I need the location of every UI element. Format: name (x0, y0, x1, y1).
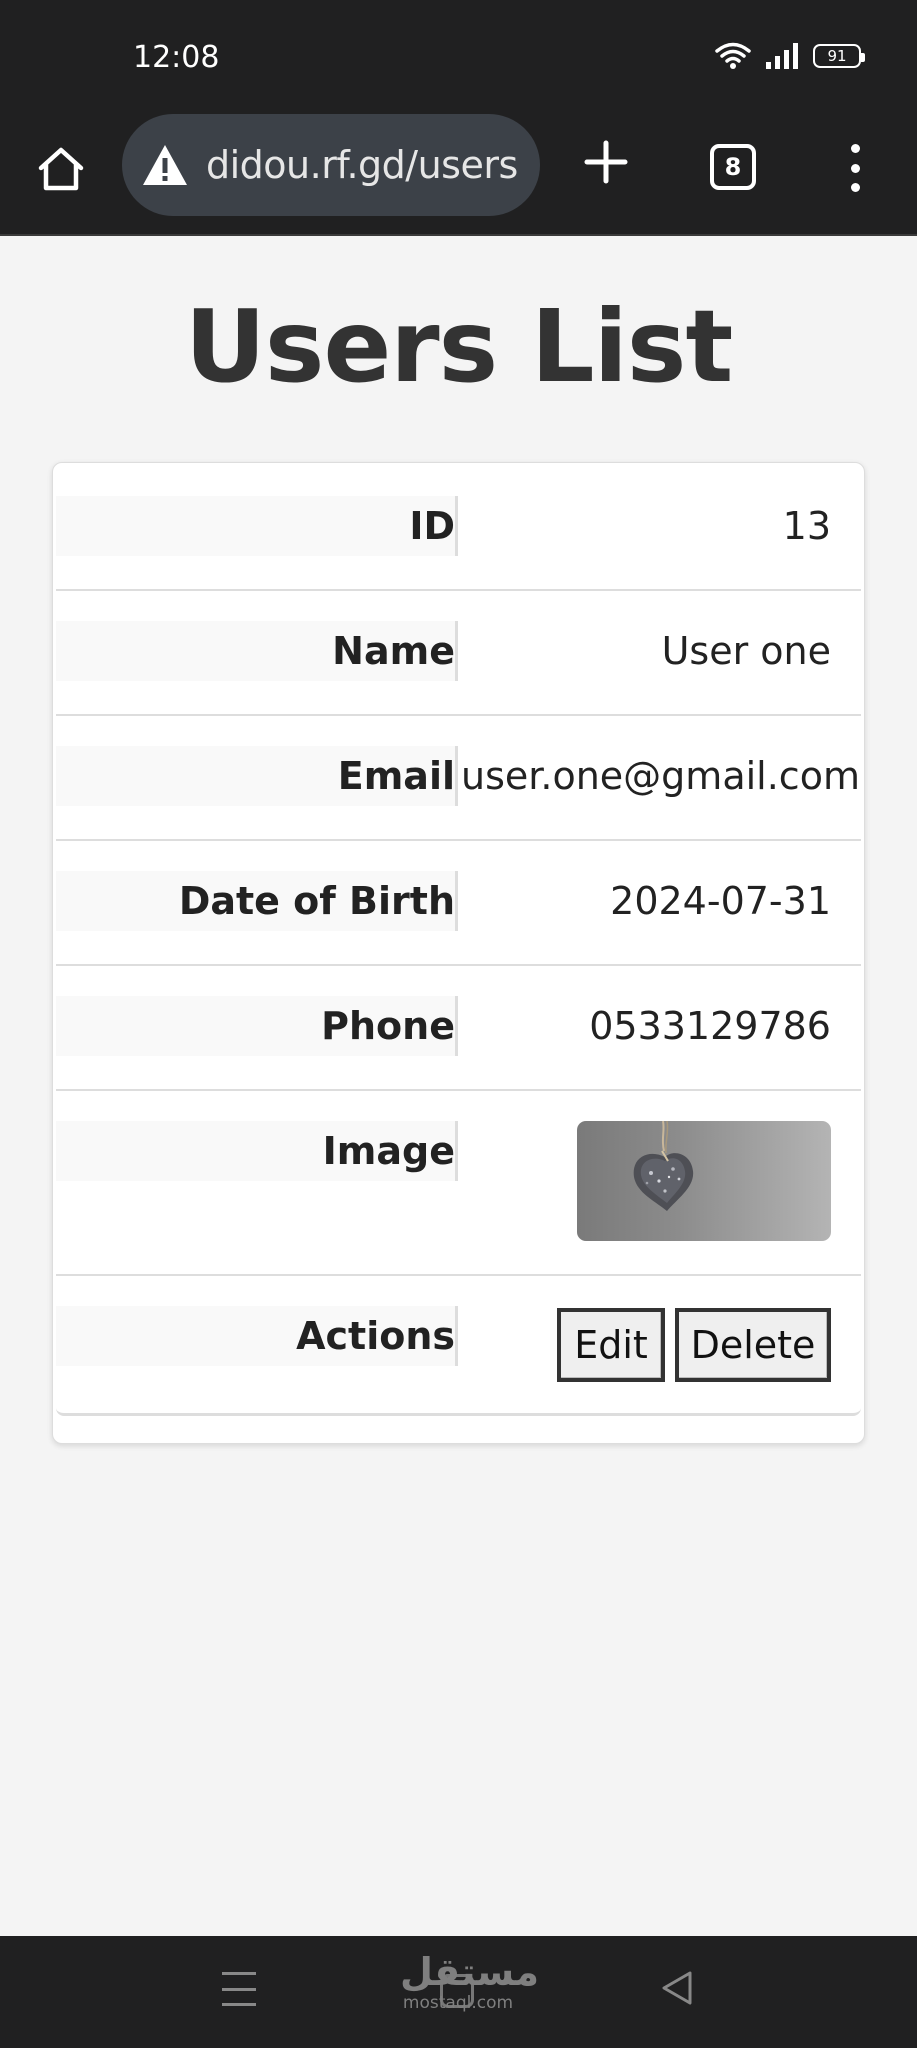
user-card: ID 13 Name User one Email user.one@gmail… (52, 462, 865, 1444)
row-value: User one (661, 629, 831, 673)
heart-stone-image (633, 1121, 694, 1211)
actions-group: Edit Delete (557, 1308, 831, 1382)
menu-line-icon (222, 1972, 256, 1975)
watermark-logo: مستقل mostaql.com (400, 1950, 539, 2013)
table-row: Email user.one@gmail.com (56, 716, 861, 841)
browser-toolbar: didou.rf.gd/users 8 (0, 108, 917, 236)
delete-button[interactable]: Delete (675, 1308, 831, 1382)
watermark-latin: mostaql.com (402, 1993, 514, 2013)
row-value: 13 (782, 504, 831, 548)
status-icons: 91 (715, 42, 865, 70)
home-button[interactable] (30, 138, 92, 200)
back-triangle-icon (662, 1971, 692, 2005)
recent-apps-button[interactable] (222, 1972, 256, 2006)
table-row: Date of Birth 2024-07-31 (56, 841, 861, 966)
battery-icon: 91 (813, 44, 865, 68)
row-value: user.one@gmail.com (461, 754, 860, 798)
wifi-icon (715, 42, 751, 69)
signal-icon (766, 43, 798, 69)
url-text: didou.rf.gd/users (206, 143, 518, 187)
page-title: Users List (184, 288, 734, 405)
home-icon (38, 147, 84, 191)
nav-back-button[interactable] (660, 1970, 694, 2011)
user-image (577, 1121, 831, 1241)
row-label: Name (56, 621, 458, 681)
watermark-arabic: مستقل (400, 1950, 539, 1994)
row-label: Date of Birth (56, 871, 458, 931)
row-label: Phone (56, 996, 458, 1056)
row-label: Actions (56, 1306, 458, 1366)
menu-line-icon (222, 2003, 256, 2006)
plus-icon (584, 140, 628, 184)
status-time: 12:08 (133, 40, 220, 75)
table-row: Actions Edit Delete (56, 1276, 861, 1416)
row-label: Image (56, 1121, 458, 1181)
address-bar[interactable]: didou.rf.gd/users (122, 114, 540, 216)
table-row: Phone 0533129786 (56, 966, 861, 1091)
table-row: Image (56, 1091, 861, 1276)
warning-icon (143, 145, 187, 185)
tabs-count-button[interactable]: 8 (710, 144, 756, 190)
status-bar: 12:08 91 (0, 0, 917, 108)
system-nav-bar: مستقل mostaql.com (0, 1936, 917, 2048)
edit-button[interactable]: Edit (557, 1308, 665, 1382)
menu-line-icon (222, 1987, 256, 1991)
menu-dot-icon (850, 183, 860, 192)
row-value: 2024-07-31 (610, 879, 831, 923)
row-label: Email (56, 746, 458, 806)
more-menu-button[interactable] (840, 140, 870, 196)
row-label: ID (56, 496, 458, 556)
menu-dot-icon (850, 144, 860, 153)
new-tab-button[interactable] (576, 132, 636, 192)
table-row: Name User one (56, 591, 861, 716)
row-value: 0533129786 (589, 1004, 831, 1048)
table-row: ID 13 (56, 466, 861, 591)
menu-dot-icon (850, 163, 860, 173)
user-details-table: ID 13 Name User one Email user.one@gmail… (56, 466, 861, 1416)
